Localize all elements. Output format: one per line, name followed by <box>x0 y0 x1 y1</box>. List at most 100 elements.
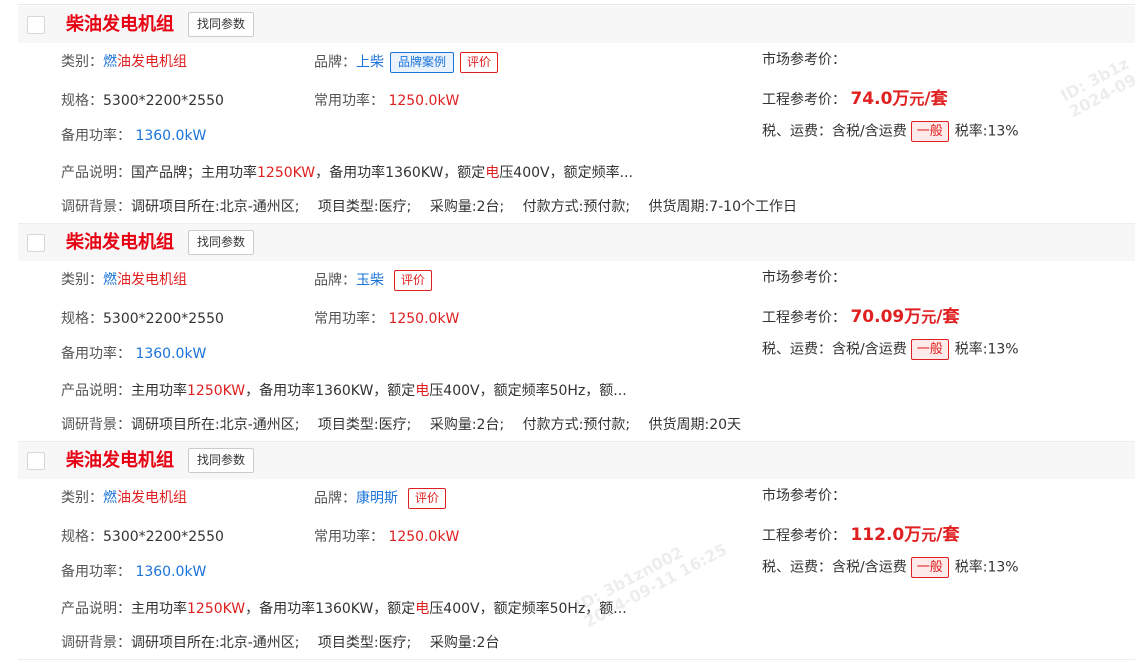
find-same-params-button[interactable]: 找同参数 <box>188 12 255 37</box>
common-power-row: 常用功率： 1250.0kW <box>314 309 459 329</box>
tax-rate: 税率:13% <box>954 123 1019 140</box>
category-value[interactable]: 油发电机组 <box>117 490 187 506</box>
brand-label: 品牌： <box>314 272 356 289</box>
description-highlight: 电 <box>485 165 500 181</box>
standby-power-label: 备用功率： <box>61 128 131 144</box>
brand-row: 品牌：康明斯 评价 <box>314 488 447 509</box>
top-divider <box>18 4 1135 5</box>
tax-row: 税、运费：含税/含运费 一般 税率:13% <box>762 557 1019 578</box>
category-highlight[interactable]: 燃 <box>103 272 117 288</box>
product-title[interactable]: 柴油发电机组 <box>66 450 174 472</box>
price-yuan-unit: 元 <box>909 90 925 108</box>
spec-row: 规格：5300*2200*2550 <box>61 309 224 329</box>
general-badge[interactable]: 一般 <box>910 339 949 360</box>
product-title[interactable]: 柴油发电机组 <box>66 14 174 36</box>
general-badge[interactable]: 一般 <box>910 557 949 578</box>
price-wan-unit: 万 <box>904 525 922 545</box>
select-checkbox[interactable] <box>27 234 45 252</box>
description-highlight: 1250KW <box>257 165 316 181</box>
background-label: 调研背景： <box>61 635 131 651</box>
standby-power-value: 1360.0kW <box>135 128 207 144</box>
tax-label: 税、运费： <box>762 123 832 140</box>
spec-label: 规格： <box>61 93 103 109</box>
description-highlight: 电 <box>415 383 430 399</box>
description-highlight: 1250KW <box>187 383 246 399</box>
background-text: 调研项目所在:北京-通州区; 项目类型:医疗; 采购量:2台; 付款方式:预付款… <box>131 417 742 433</box>
tax-row: 税、运费：含税/含运费 一般 税率:13% <box>762 339 1019 360</box>
brand-value[interactable]: 上柴 <box>356 55 384 71</box>
category-highlight[interactable]: 燃 <box>103 54 117 70</box>
review-button[interactable]: 评价 <box>460 52 499 73</box>
spec-value: 5300*2200*2550 <box>103 311 224 327</box>
find-same-params-button[interactable]: 找同参数 <box>188 448 255 473</box>
price-wan-unit: 万 <box>892 89 910 109</box>
category-row: 类别：燃油发电机组 <box>61 270 187 290</box>
spec-row: 规格：5300*2200*2550 <box>61 91 224 111</box>
card-divider <box>18 659 1135 660</box>
standby-power-row: 备用功率： 1360.0kW <box>61 126 206 146</box>
background-row: 调研背景：调研项目所在:北京-通州区; 项目类型:医疗; 采购量:2台; 付款方… <box>61 415 741 435</box>
description-row: 产品说明：主用功率1250KW，备用功率1360KW，额定电压400V，额定频率… <box>61 381 627 401</box>
category-highlight[interactable]: 燃 <box>103 490 117 506</box>
brand-row: 品牌：上柴 品牌案例 评价 <box>314 52 499 73</box>
engineering-price-row: 工程参考价： 70.09万元/套 <box>762 305 959 330</box>
background-row: 调研背景：调研项目所在:北京-通州区; 项目类型:医疗; 采购量:2台; 付款方… <box>61 197 797 217</box>
general-badge[interactable]: 一般 <box>910 121 949 142</box>
spec-row: 规格：5300*2200*2550 <box>61 527 224 547</box>
tax-rate: 税率:13% <box>954 341 1019 358</box>
spec-label: 规格： <box>61 311 103 327</box>
review-button[interactable]: 评价 <box>394 270 433 291</box>
common-power-row: 常用功率： 1250.0kW <box>314 527 459 547</box>
product-title[interactable]: 柴油发电机组 <box>66 232 174 254</box>
description-text: 主用功率 <box>131 383 187 399</box>
tax-value: 含税/含运费 <box>832 559 907 576</box>
market-price-row: 市场参考价： <box>762 50 846 70</box>
description-text: 压400V，额定频率50Hz，额... <box>429 601 627 617</box>
find-same-params-button[interactable]: 找同参数 <box>188 230 255 255</box>
review-button[interactable]: 评价 <box>408 488 447 509</box>
brand-row: 品牌：玉柴 评价 <box>314 270 433 291</box>
category-row: 类别：燃油发电机组 <box>61 52 187 72</box>
common-power-value: 1250.0kW <box>388 311 460 327</box>
brand-value[interactable]: 康明斯 <box>356 491 398 507</box>
standby-power-value: 1360.0kW <box>135 564 207 580</box>
category-label: 类别： <box>61 490 103 506</box>
engineering-price-row: 工程参考价： 112.0万元/套 <box>762 523 959 548</box>
description-highlight: 电 <box>415 601 430 617</box>
description-text: ，备用功率1360KW，额定 <box>245 383 416 399</box>
description-label: 产品说明： <box>61 383 131 399</box>
product-card-header: 柴油发电机组 找同参数 <box>18 6 1135 43</box>
engineering-price-label: 工程参考价： <box>762 310 846 326</box>
description-text: 压400V，额定频率50Hz，额... <box>429 383 627 399</box>
price-wan-unit: 万 <box>904 307 922 327</box>
category-value[interactable]: 油发电机组 <box>117 54 187 70</box>
description-text: ，备用功率1360KW，额定 <box>245 601 416 617</box>
engineering-price-label: 工程参考价： <box>762 92 846 108</box>
background-label: 调研背景： <box>61 417 131 433</box>
standby-power-label: 备用功率： <box>61 346 131 362</box>
common-power-value: 1250.0kW <box>388 529 460 545</box>
spec-value: 5300*2200*2550 <box>103 93 224 109</box>
common-power-value: 1250.0kW <box>388 93 460 109</box>
engineering-price-row: 工程参考价： 74.0万元/套 <box>762 87 948 112</box>
common-power-label: 常用功率： <box>314 93 384 109</box>
product-card: 柴油发电机组 找同参数 类别：燃油发电机组 品牌：康明斯 评价 市场参考价： 规格… <box>18 442 1135 660</box>
background-label: 调研背景： <box>61 199 131 215</box>
brand-case-button[interactable]: 品牌案例 <box>390 52 455 73</box>
price-yuan-unit: 元 <box>921 526 937 544</box>
tax-label: 税、运费： <box>762 559 832 576</box>
standby-power-row: 备用功率： 1360.0kW <box>61 344 206 364</box>
product-card: 柴油发电机组 找同参数 类别：燃油发电机组 品牌：上柴 品牌案例 评价 市场参考价：… <box>18 6 1135 224</box>
price-per-unit: /套 <box>936 307 960 327</box>
category-row: 类别：燃油发电机组 <box>61 488 187 508</box>
description-row: 产品说明：国产品牌；主用功率1250KW，备用功率1360KW，额定电压400V… <box>61 163 633 183</box>
select-checkbox[interactable] <box>27 452 45 470</box>
engineering-price-value: 112.0 <box>850 525 905 545</box>
description-label: 产品说明： <box>61 165 131 181</box>
category-value[interactable]: 油发电机组 <box>117 272 187 288</box>
market-price-label: 市场参考价： <box>762 52 846 68</box>
select-checkbox[interactable] <box>27 16 45 34</box>
brand-value[interactable]: 玉柴 <box>356 273 384 289</box>
description-text: 压400V，额定频率... <box>499 165 633 181</box>
engineering-price-value: 74.0 <box>850 89 893 109</box>
